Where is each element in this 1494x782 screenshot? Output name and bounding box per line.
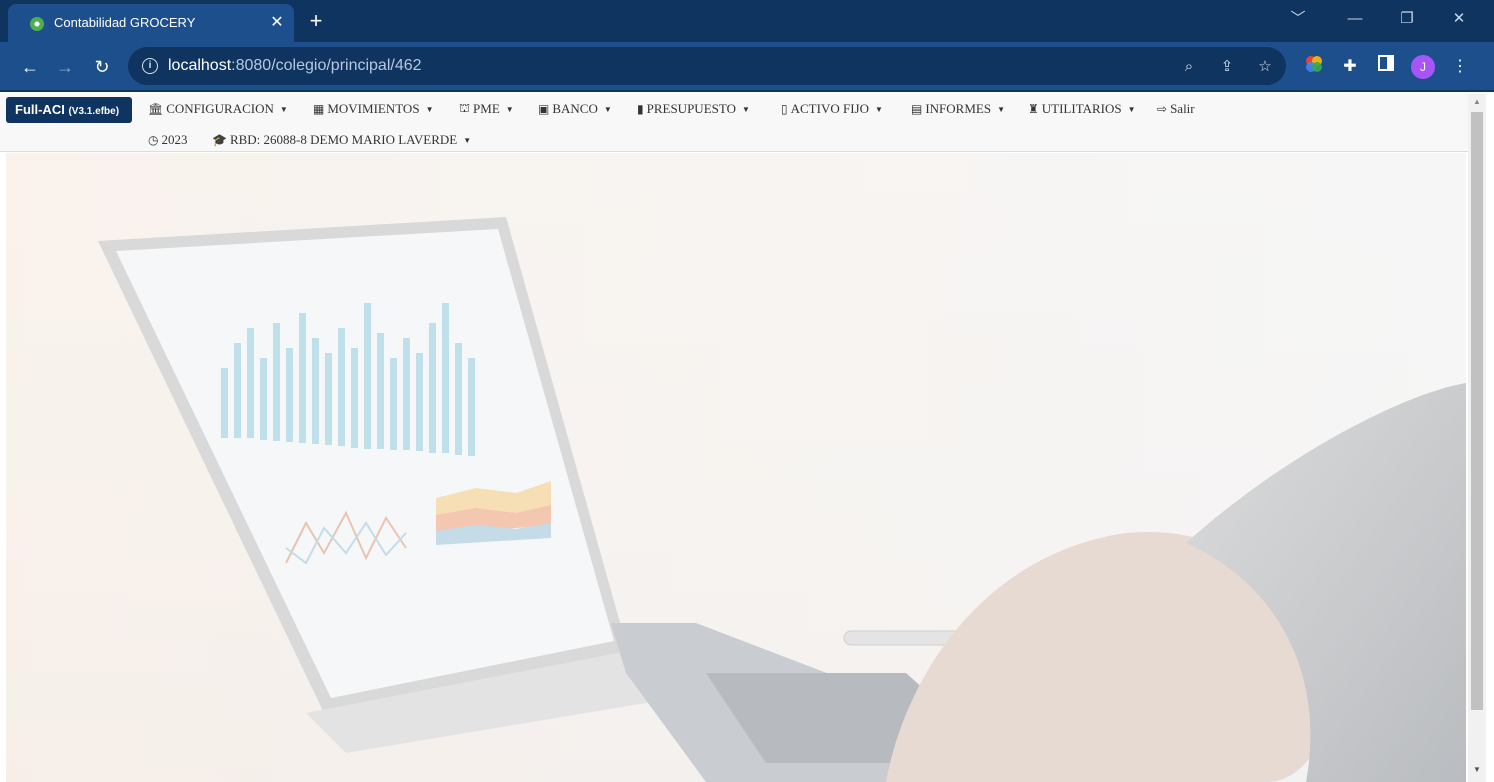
menu-salir[interactable]: ⇨ Salir <box>1157 101 1195 117</box>
brand-name: Full-ACI <box>15 102 65 117</box>
menu-movimientos[interactable]: ▦ MOVIMIENTOS ▼ <box>313 101 433 117</box>
reload-icon[interactable]: ↻ <box>89 54 115 80</box>
menu-configuracion[interactable]: 🏛 CONFIGURACION ▼ <box>148 101 288 117</box>
menu-informes[interactable]: ▤ INFORMES ▼ <box>911 101 1005 117</box>
caret-down-icon: ▼ <box>505 104 514 114</box>
menu-label: Salir <box>1170 101 1195 116</box>
sitemap-icon: ⛫ <box>459 101 471 115</box>
site-info-icon[interactable]: i <box>142 58 158 74</box>
back-arrow-icon[interactable]: ← <box>17 54 43 80</box>
page-scrollbar[interactable]: ▲ ▼ <box>1468 94 1486 782</box>
scroll-thumb[interactable] <box>1471 112 1483 710</box>
building-icon: ▯ <box>781 102 788 116</box>
scroll-down-arrow-icon[interactable]: ▼ <box>1468 762 1486 778</box>
url-host: localhost <box>168 57 232 74</box>
bookmark-star-icon[interactable]: ☆ <box>1254 56 1276 78</box>
menu-label: MOVIMIENTOS <box>327 101 420 116</box>
caret-down-icon: ▼ <box>997 104 1006 114</box>
caret-down-icon: ▼ <box>1127 104 1136 114</box>
menu-label: ACTIVO FIJO <box>790 101 869 116</box>
menu-activo-fijo[interactable]: ▯ ACTIVO FIJO ▼ <box>781 101 883 117</box>
browser-tabstrip: Contabilidad GROCERY ✕ + ﹀ — ❐ ✕ <box>0 0 1494 42</box>
caret-down-icon: ▼ <box>874 104 883 114</box>
briefcase-icon: ▮ <box>637 102 644 116</box>
url-text[interactable]: localhost:8080/colegio/principal/462 <box>168 57 422 75</box>
address-bar[interactable]: i localhost:8080/colegio/principal/462 ⌕… <box>128 47 1286 85</box>
app-navbar: Full-ACI (V3.1.efbe) 🏛 CONFIGURACION ▼ ▦ … <box>0 94 1468 152</box>
caret-down-icon: ▼ <box>603 104 612 114</box>
tab-search-icon[interactable]: ﹀ <box>1283 6 1313 32</box>
side-panel-icon[interactable] <box>1374 55 1398 79</box>
graduation-cap-icon: 🎓 <box>212 133 227 147</box>
menu-label: PRESUPUESTO <box>646 101 736 116</box>
tab-title: Contabilidad GROCERY <box>54 15 196 30</box>
menu-label: CONFIGURACION <box>166 101 274 116</box>
browser-menu-icon[interactable]: ⋮ <box>1448 55 1472 79</box>
app-brand[interactable]: Full-ACI (V3.1.efbe) <box>6 97 132 123</box>
menu-presupuesto[interactable]: ▮ PRESUPUESTO ▼ <box>637 101 750 117</box>
bank-icon: 🏛 <box>148 102 164 116</box>
forward-arrow-icon[interactable]: → <box>52 54 78 80</box>
caret-down-icon: ▼ <box>463 135 472 145</box>
hero-illustration <box>6 153 1466 782</box>
year-label: 2023 <box>161 132 188 147</box>
favicon-icon <box>30 17 44 31</box>
color-extension-icon[interactable] <box>1302 55 1326 79</box>
menu-label: UTILITARIOS <box>1041 101 1122 116</box>
money-icon: ▣ <box>538 102 550 116</box>
zoom-icon[interactable]: ⌕ <box>1178 56 1200 78</box>
clock-icon: ◷ <box>148 133 159 147</box>
share-icon[interactable]: ⇪ <box>1216 56 1238 78</box>
scroll-up-arrow-icon[interactable]: ▲ <box>1468 94 1486 110</box>
close-tab-icon[interactable]: ✕ <box>266 12 288 34</box>
caret-down-icon: ▼ <box>741 104 750 114</box>
school-label: RBD: 26088-8 DEMO MARIO LAVERDE <box>229 132 458 147</box>
menu-utilitarios[interactable]: ♜ UTILITARIOS ▼ <box>1028 101 1136 117</box>
menu-label: BANCO <box>552 101 598 116</box>
url-path: :8080/colegio/principal/462 <box>231 57 422 74</box>
hero-background-image <box>6 153 1466 782</box>
menu-label: PME <box>473 101 500 116</box>
profile-avatar[interactable]: J <box>1411 55 1435 79</box>
extensions-puzzle-icon[interactable]: ✚ <box>1338 55 1362 79</box>
caret-down-icon: ▼ <box>279 104 288 114</box>
year-selector[interactable]: ◷ 2023 <box>148 132 187 148</box>
file-icon: ▤ <box>911 102 923 116</box>
restore-button[interactable]: ❐ <box>1392 6 1422 32</box>
menu-pme[interactable]: ⛫ PME ▼ <box>459 101 514 117</box>
menu-label: INFORMES <box>925 101 992 116</box>
tools-icon: ♜ <box>1028 102 1039 116</box>
brand-version: (V3.1.efbe) <box>68 106 120 117</box>
minimize-button[interactable]: — <box>1340 6 1370 32</box>
menu-banco[interactable]: ▣ BANCO ▼ <box>538 101 612 117</box>
logout-icon: ⇨ <box>1157 102 1168 116</box>
school-selector[interactable]: 🎓 RBD: 26088-8 DEMO MARIO LAVERDE ▼ <box>212 132 471 148</box>
browser-toolbar: ← → ↻ i localhost:8080/colegio/principal… <box>0 42 1494 92</box>
caret-down-icon: ▼ <box>425 104 434 114</box>
table-icon: ▦ <box>313 102 325 116</box>
close-window-button[interactable]: ✕ <box>1444 6 1474 32</box>
browser-tab[interactable]: Contabilidad GROCERY ✕ <box>8 4 294 42</box>
new-tab-button[interactable]: + <box>303 8 329 34</box>
